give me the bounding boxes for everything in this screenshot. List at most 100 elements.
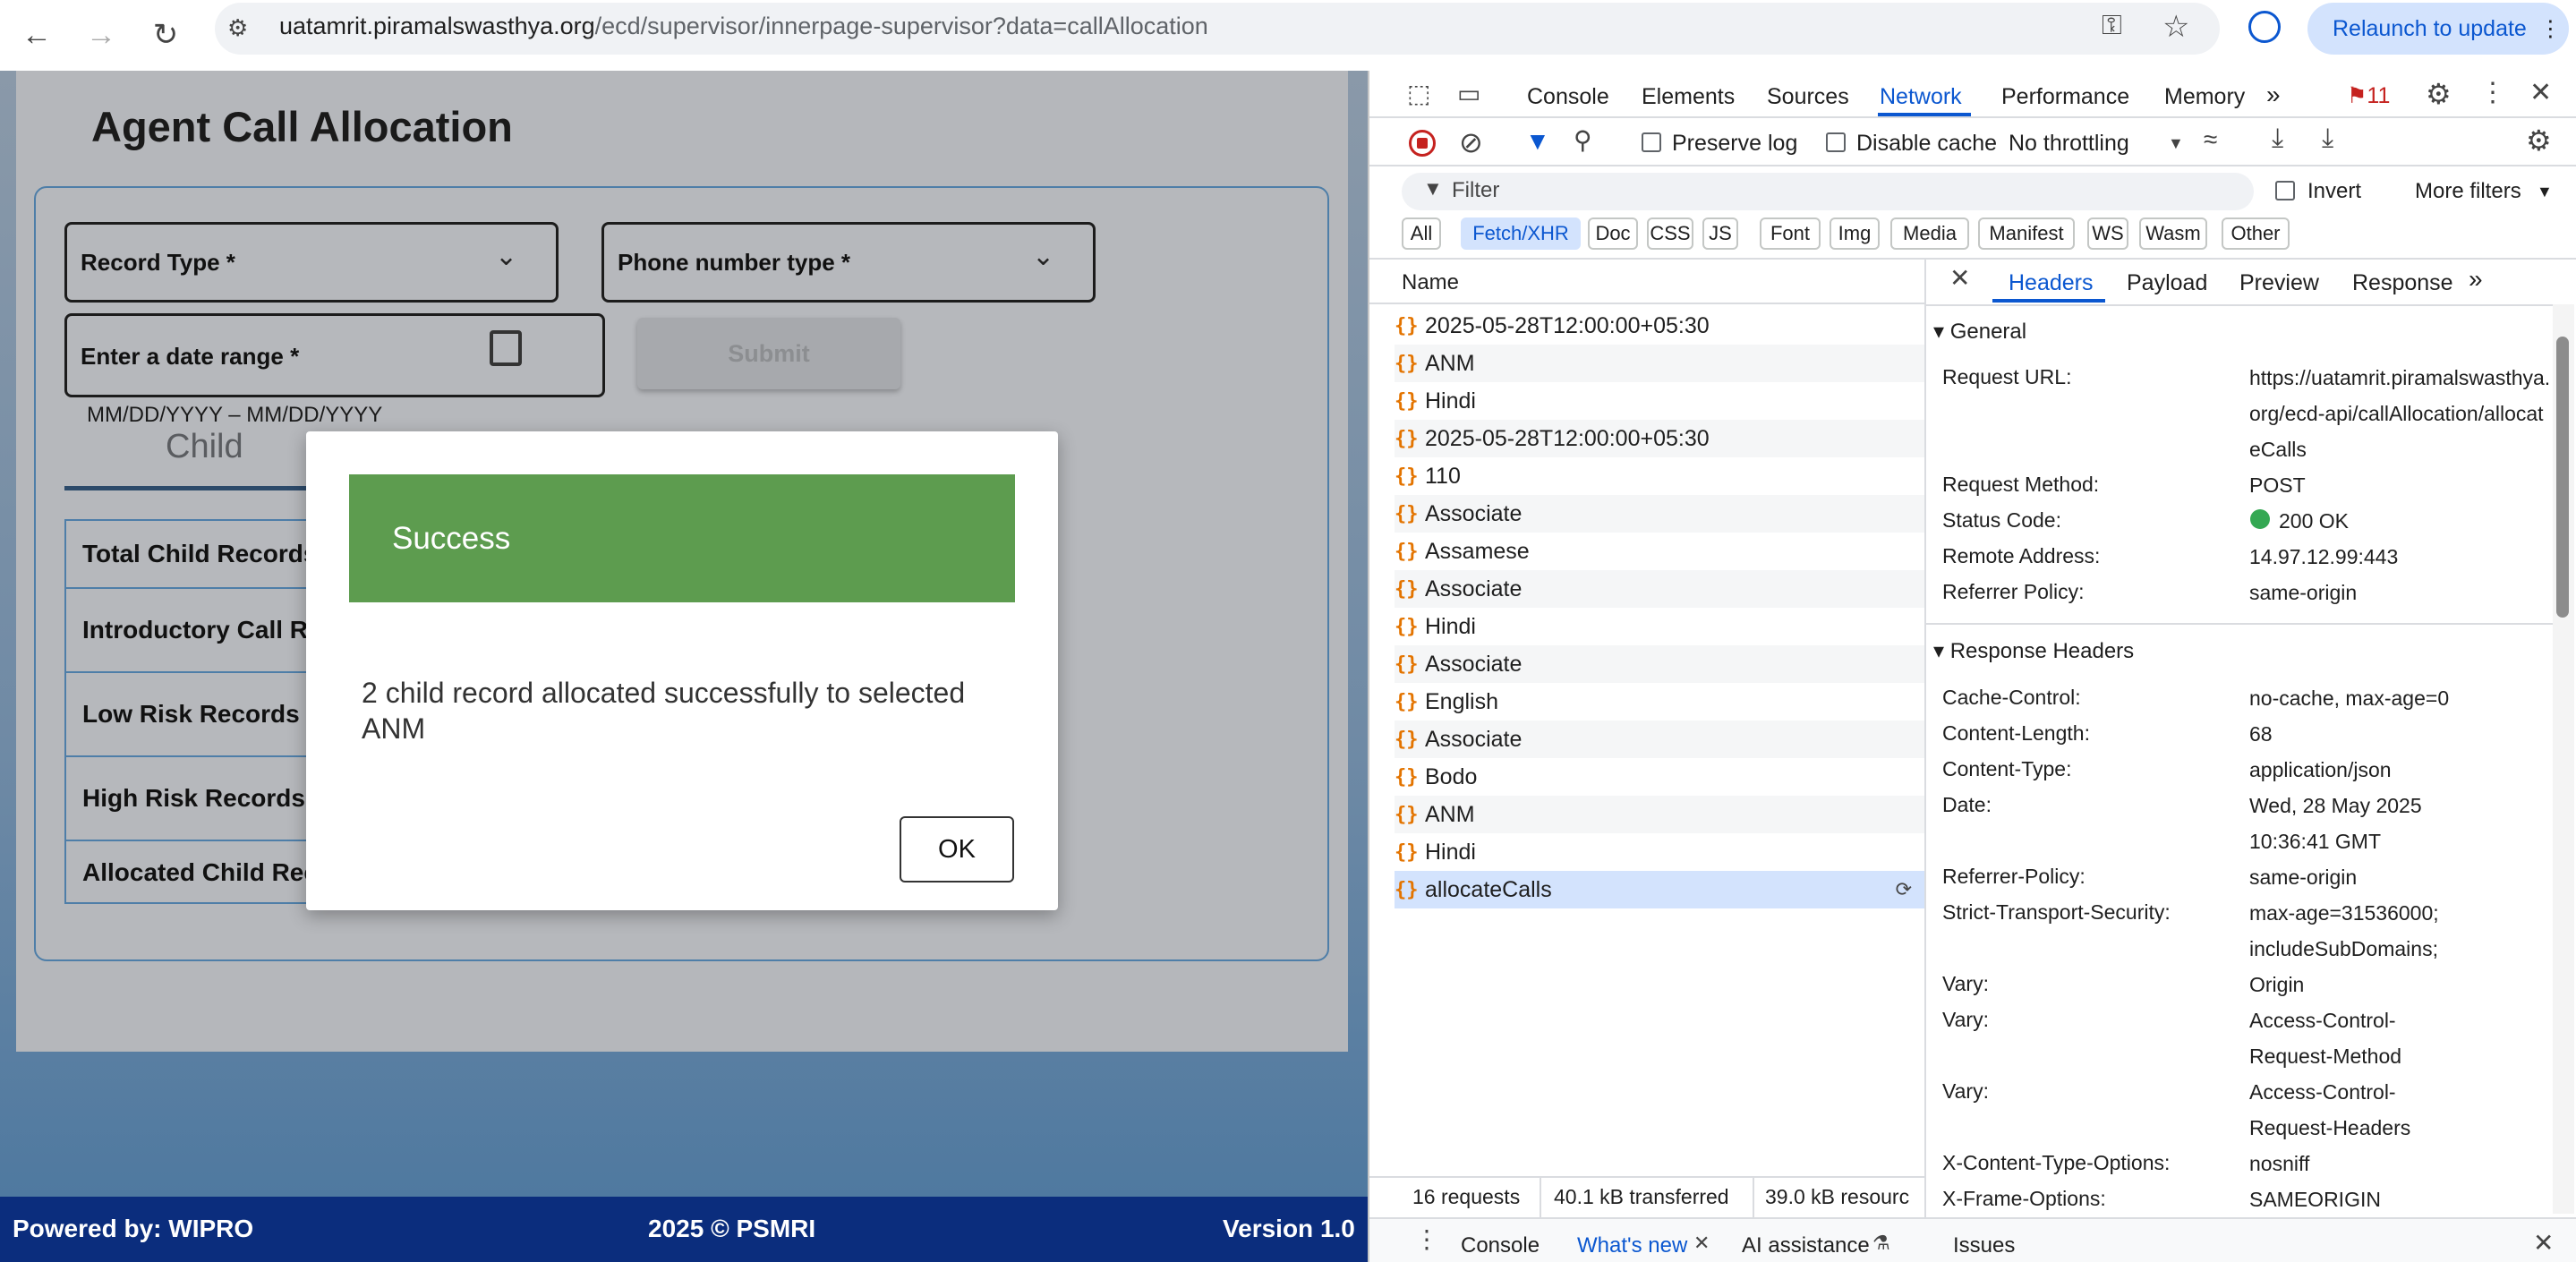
password-key-icon[interactable]: ⚿ xyxy=(2102,11,2122,41)
close-tab-icon[interactable]: ✕ xyxy=(1693,1232,1710,1255)
tab-child[interactable]: Child xyxy=(166,428,243,466)
list-item[interactable]: {} 2025-05-28T12:00:00+05:30 xyxy=(1395,307,1924,345)
list-item[interactable]: {} 110 xyxy=(1395,457,1924,495)
more-filters-dropdown[interactable]: More filters xyxy=(2415,179,2521,204)
list-item[interactable]: {} Associate xyxy=(1395,645,1924,683)
header-value[interactable]: same-origin xyxy=(2249,859,2554,895)
drawer-tab-whats-new[interactable]: What's new xyxy=(1577,1233,1687,1258)
back-icon[interactable]: ← xyxy=(13,11,61,59)
record-stop-icon[interactable] xyxy=(1409,130,1436,157)
header-value[interactable]: nosniff xyxy=(2249,1146,2554,1181)
ok-button[interactable]: OK xyxy=(900,816,1014,883)
header-value[interactable]: 200 OK xyxy=(2279,503,2576,539)
header-value[interactable]: https://uatamrit.piramalswasthya.org/ecd… xyxy=(2249,360,2554,467)
settings-gear-icon[interactable]: ⚙ xyxy=(2426,77,2452,111)
calendar-icon[interactable] xyxy=(490,330,522,366)
list-item[interactable]: {} Bodo xyxy=(1395,758,1924,796)
devtools-tab-performance[interactable]: Performance xyxy=(2001,84,2129,110)
header-value[interactable]: 68 xyxy=(2249,716,2554,752)
header-value[interactable]: Access-Control-Request-Method xyxy=(2249,1002,2428,1074)
preserve-log-checkbox[interactable] xyxy=(1642,132,1661,152)
upload-icon[interactable]: ⤓ xyxy=(2272,124,2283,154)
header-value[interactable]: Access-Control-Request-Headers xyxy=(2249,1074,2428,1146)
close-devtools-icon[interactable]: ✕ xyxy=(2529,77,2552,108)
list-item[interactable]: {} Associate xyxy=(1395,570,1924,608)
filter-funnel-icon[interactable]: ▼ xyxy=(1525,127,1550,156)
list-item[interactable]: {} English xyxy=(1395,683,1924,721)
devtools-tab-elements[interactable]: Elements xyxy=(1642,84,1735,110)
record-type-select[interactable]: Record Type * ⌄ xyxy=(64,222,559,303)
url-text[interactable]: uatamrit.piramalswasthya.org/ecd/supervi… xyxy=(279,13,1208,40)
chip-manifest[interactable]: Manifest xyxy=(1978,217,2075,250)
detail-tab-headers[interactable]: Headers xyxy=(2009,270,2094,296)
list-item-selected[interactable]: {} allocateCalls ⟳ xyxy=(1395,871,1924,908)
download-icon[interactable]: ⤓ xyxy=(2322,124,2333,154)
detail-tab-response[interactable]: Response xyxy=(2352,270,2453,296)
devtools-tab-memory[interactable]: Memory xyxy=(2164,84,2245,110)
chip-js[interactable]: JS xyxy=(1702,217,1738,250)
list-item[interactable]: {} Assamese xyxy=(1395,533,1924,570)
chip-img[interactable]: Img xyxy=(1830,217,1880,250)
relaunch-button[interactable]: Relaunch to update ⋮ xyxy=(2307,3,2569,55)
drawer-tab-issues[interactable]: Issues xyxy=(1953,1233,2015,1258)
chip-ws[interactable]: WS xyxy=(2087,217,2128,250)
device-toolbar-icon[interactable]: ▭ xyxy=(1457,79,1480,108)
chip-other[interactable]: Other xyxy=(2222,217,2290,250)
response-headers-toggle[interactable]: ▾ Response Headers xyxy=(1933,638,2134,664)
list-item[interactable]: {} ANM xyxy=(1395,796,1924,833)
kebab-menu-icon[interactable]: ⋮ xyxy=(2479,77,2506,108)
date-range-input[interactable]: Enter a date range * xyxy=(64,313,605,397)
header-value[interactable]: POST xyxy=(2249,467,2554,503)
initiator-icon[interactable]: ⟳ xyxy=(1896,878,1912,901)
scrollbar-thumb[interactable] xyxy=(2556,337,2569,618)
header-value[interactable]: max-age=31536000; includeSubDomains; xyxy=(2249,895,2500,967)
header-value[interactable]: Origin xyxy=(2249,967,2554,1002)
chip-fetch-xhr[interactable]: Fetch/XHR xyxy=(1461,217,1581,250)
forward-icon[interactable]: → xyxy=(77,11,125,59)
list-item[interactable]: {} ANM xyxy=(1395,345,1924,382)
drawer-menu-icon[interactable]: ⋮ xyxy=(1414,1224,1439,1254)
chip-doc[interactable]: Doc xyxy=(1588,217,1638,250)
detail-tab-payload[interactable]: Payload xyxy=(2127,270,2207,296)
header-value[interactable]: Wed, 28 May 2025 10:36:41 GMT xyxy=(2249,788,2482,859)
list-item[interactable]: {} Associate xyxy=(1395,721,1924,758)
detail-tab-preview[interactable]: Preview xyxy=(2239,270,2319,296)
filter-input[interactable] xyxy=(1402,173,2254,210)
header-value[interactable]: same-origin xyxy=(2249,575,2554,610)
list-item[interactable]: {} Hindi xyxy=(1395,608,1924,645)
site-info-icon[interactable]: ⚙ xyxy=(227,14,248,42)
list-item[interactable]: {} Hindi xyxy=(1395,833,1924,871)
search-icon[interactable]: ⚲ xyxy=(1574,125,1592,155)
devtools-tab-sources[interactable]: Sources xyxy=(1767,84,1849,110)
throttling-select[interactable]: No throttling xyxy=(2009,131,2129,157)
header-value[interactable]: no-cache, max-age=0 xyxy=(2249,680,2554,716)
profile-avatar-icon[interactable] xyxy=(2248,11,2281,43)
devtools-tab-network[interactable]: Network xyxy=(1880,84,1962,110)
chip-css[interactable]: CSS xyxy=(1647,217,1693,250)
chip-wasm[interactable]: Wasm xyxy=(2139,217,2207,250)
more-tabs-icon[interactable]: » xyxy=(2266,81,2281,109)
submit-button[interactable]: Submit xyxy=(637,318,900,389)
chip-all[interactable]: All xyxy=(1402,217,1441,250)
close-detail-icon[interactable]: ✕ xyxy=(1949,263,1970,293)
chip-media[interactable]: Media xyxy=(1890,217,1969,250)
list-item[interactable]: {} 2025-05-28T12:00:00+05:30 xyxy=(1395,420,1924,457)
drawer-tab-console[interactable]: Console xyxy=(1461,1233,1540,1258)
disable-cache-checkbox[interactable] xyxy=(1826,132,1846,152)
drawer-tab-ai-assistance[interactable]: AI assistance xyxy=(1742,1233,1870,1258)
phone-type-select[interactable]: Phone number type * ⌄ xyxy=(601,222,1096,303)
list-item[interactable]: {} Associate xyxy=(1395,495,1924,533)
general-section-toggle[interactable]: ▾ General xyxy=(1933,319,2026,345)
name-column-header[interactable]: Name xyxy=(1402,270,1459,295)
invert-checkbox[interactable] xyxy=(2275,181,2295,200)
list-item[interactable]: {} Hindi xyxy=(1395,382,1924,420)
chip-font[interactable]: Font xyxy=(1760,217,1821,250)
bookmark-star-icon[interactable]: ☆ xyxy=(2162,9,2189,45)
close-drawer-icon[interactable]: ✕ xyxy=(2533,1228,2554,1258)
more-tabs-icon[interactable]: » xyxy=(2469,265,2483,294)
devtools-tab-console[interactable]: Console xyxy=(1527,84,1609,110)
header-value[interactable]: application/json xyxy=(2249,752,2554,788)
header-value[interactable]: SAMEORIGIN xyxy=(2249,1181,2554,1217)
header-value[interactable]: 14.97.12.99:443 xyxy=(2249,539,2554,575)
network-conditions-icon[interactable]: ≈ xyxy=(2204,125,2217,154)
